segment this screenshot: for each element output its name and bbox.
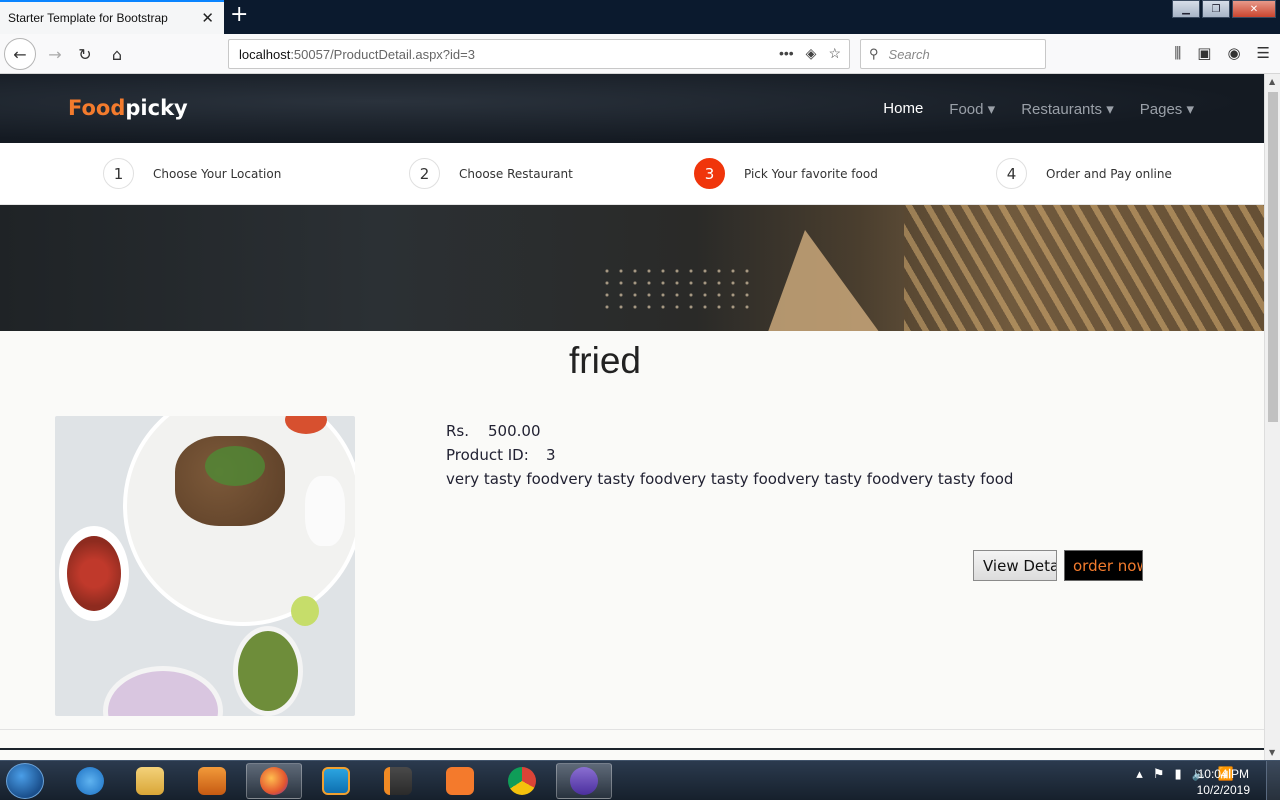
step-label: Choose Your Location: [153, 166, 282, 181]
nav-pages[interactable]: Pages ▾: [1140, 100, 1194, 118]
minimize-icon[interactable]: ▁: [1172, 0, 1200, 18]
step-location: 1 Choose Your Location: [103, 158, 281, 189]
product-description: very tasty foodvery tasty foodvery tasty…: [446, 470, 1014, 488]
step-label: Pick Your favorite food: [744, 166, 878, 181]
price-value: 500.00: [488, 422, 541, 440]
logo-text-food: Food: [68, 96, 126, 120]
firefox-icon[interactable]: [246, 763, 302, 799]
search-icon: ⚲: [869, 46, 879, 61]
browser-tab[interactable]: Starter Template for Bootstrap ✕: [0, 0, 224, 34]
window-controls: ▁ ❐ ✕: [1170, 0, 1276, 18]
logo-text-picky: picky: [125, 96, 188, 120]
site-header: Foodpicky Home Food ▾ Restaurants ▾ Page…: [0, 74, 1264, 143]
price-label: Rs.: [446, 422, 470, 440]
pocket-icon[interactable]: ◈: [806, 45, 817, 62]
step-pick-food: 3 Pick Your favorite food: [694, 158, 878, 189]
url-path: :50057/ProductDetail.aspx?id=3: [290, 46, 475, 62]
view-details-button[interactable]: View Details: [973, 550, 1057, 581]
step-number: 4: [996, 158, 1027, 189]
sidebar-icon[interactable]: ▣: [1197, 44, 1211, 62]
order-now-button[interactable]: order now: [1064, 550, 1143, 581]
media-player-icon[interactable]: [184, 763, 240, 799]
library-icon[interactable]: ⫼: [1174, 44, 1181, 62]
file-explorer-icon[interactable]: [122, 763, 178, 799]
hero-banner-image: [0, 205, 1264, 331]
nav-food[interactable]: Food ▾: [949, 100, 995, 118]
xampp-icon[interactable]: [432, 763, 488, 799]
divider: [0, 729, 1264, 730]
teamviewer-icon[interactable]: [308, 763, 364, 799]
product-title: fried: [569, 340, 641, 381]
visual-studio-icon[interactable]: [556, 763, 612, 799]
site-nav: Home Food ▾ Restaurants ▾ Pages ▾: [883, 100, 1194, 118]
order-steps: 1 Choose Your Location 2 Choose Restaura…: [0, 143, 1264, 205]
product-id-label: Product ID:: [446, 446, 529, 464]
web-page: Foodpicky Home Food ▾ Restaurants ▾ Page…: [0, 74, 1264, 750]
step-number: 2: [409, 158, 440, 189]
browser-toolbar: ← → ↻ ⌂ i localhost :50057/ProductDetail…: [0, 34, 1280, 401]
account-icon[interactable]: ◉: [1227, 44, 1240, 62]
scroll-up-icon[interactable]: ▲: [1269, 77, 1275, 86]
internet-explorer-icon[interactable]: [62, 763, 118, 799]
chrome-icon[interactable]: [494, 763, 550, 799]
restore-icon[interactable]: ❐: [1202, 0, 1230, 18]
home-icon[interactable]: ⌂: [102, 40, 132, 68]
windows-taskbar: ▴ ⚑ ▮ 🔈 📶 10:04 PM 10/2/2019: [0, 760, 1280, 800]
start-button[interactable]: [6, 763, 44, 799]
search-placeholder: Search: [888, 46, 930, 62]
product-id-value: 3: [546, 446, 556, 464]
page-actions-icon[interactable]: •••: [779, 45, 794, 62]
sublime-text-icon[interactable]: [370, 763, 426, 799]
url-host: localhost: [239, 46, 291, 62]
site-footer: [0, 748, 1264, 750]
scroll-down-icon[interactable]: ▼: [1269, 748, 1275, 757]
menu-icon[interactable]: ☰: [1257, 44, 1270, 62]
show-desktop-button[interactable]: [1266, 761, 1280, 800]
nav-home[interactable]: Home: [883, 100, 923, 118]
step-restaurant: 2 Choose Restaurant: [409, 158, 573, 189]
tab-title: Starter Template for Bootstrap: [8, 11, 168, 25]
browser-right-tools: ⫼ ▣ ◉ ☰: [1174, 44, 1270, 62]
browser-tab-bar: Starter Template for Bootstrap ✕ + ▁ ❐ ✕: [0, 0, 1280, 34]
step-number-current: 3: [694, 158, 725, 189]
back-icon[interactable]: ←: [4, 38, 36, 70]
action-center-icon[interactable]: ⚑: [1153, 767, 1165, 782]
bookmark-star-icon[interactable]: ☆: [828, 45, 841, 62]
url-bar[interactable]: i localhost :50057/ProductDetail.aspx?id…: [228, 39, 850, 401]
search-input[interactable]: ⚲ Search: [860, 39, 1046, 69]
product-image: [55, 416, 355, 716]
clock-date: 10/2/2019: [1196, 783, 1250, 797]
battery-icon[interactable]: ▮: [1174, 767, 1181, 782]
site-logo[interactable]: Foodpicky: [68, 96, 188, 120]
new-tab-icon[interactable]: +: [230, 4, 248, 26]
step-number: 1: [103, 158, 134, 189]
product-info: Rs. 500.00 Product ID: 3 very tasty food…: [446, 419, 1013, 491]
system-clock[interactable]: 10:04 PM 10/2/2019: [1197, 766, 1250, 798]
close-tab-icon[interactable]: ✕: [201, 9, 214, 27]
nav-restaurants[interactable]: Restaurants ▾: [1021, 100, 1114, 118]
show-hidden-icons[interactable]: ▴: [1136, 767, 1143, 782]
step-label: Order and Pay online: [1046, 166, 1172, 181]
clock-time: 10:04 PM: [1197, 767, 1249, 781]
step-order-pay: 4 Order and Pay online: [996, 158, 1172, 189]
reload-icon[interactable]: ↻: [70, 40, 100, 68]
page-scrollbar[interactable]: ▲ ▼: [1264, 74, 1280, 760]
forward-icon[interactable]: →: [40, 40, 70, 68]
scrollbar-thumb[interactable]: [1268, 92, 1278, 422]
step-label: Choose Restaurant: [459, 166, 573, 181]
window-close-icon[interactable]: ✕: [1232, 0, 1276, 18]
